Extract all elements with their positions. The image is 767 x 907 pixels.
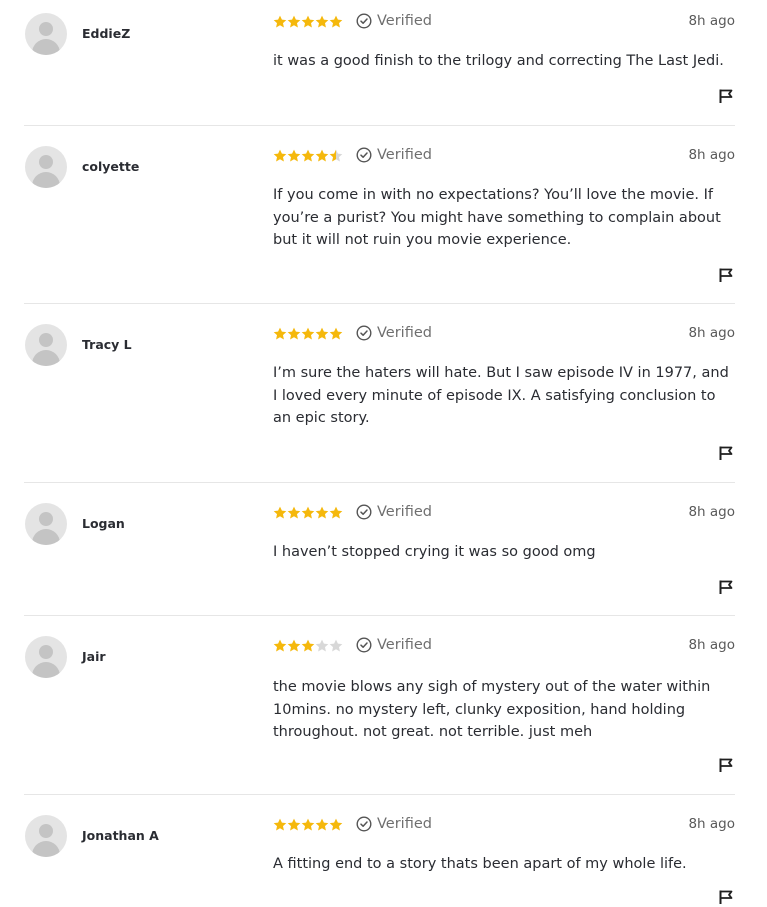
review-text: the movie blows any sigh of mystery out …: [273, 679, 711, 740]
verified-label: Verified: [377, 13, 432, 29]
review-text: I haven’t stopped crying it was so good …: [273, 544, 596, 560]
flag-icon[interactable]: [718, 757, 734, 773]
review-item: Tracy L Verified 8h ago I’m sure the hat…: [24, 304, 735, 483]
star-icon: [315, 506, 329, 518]
review-item: Logan Verified 8h ago I haven’t stopped …: [24, 483, 735, 616]
review-text: it was a good finish to the trilogy and …: [273, 53, 724, 69]
flag-icon[interactable]: [718, 267, 734, 283]
star-icon: [315, 639, 329, 651]
review-item: Jonathan A Verified 8h ago A fitting end…: [24, 795, 735, 907]
review-time: 8h ago: [688, 504, 735, 520]
star-rating: [273, 639, 343, 652]
star-icon: [301, 506, 315, 518]
review-text: I’m sure the haters will hate. But I saw…: [273, 365, 729, 426]
review-item: EddieZ Verified 8h ago it was a good fin…: [24, 0, 735, 126]
avatar: [25, 636, 67, 678]
verified-label: Verified: [377, 504, 432, 520]
star-rating: [273, 15, 343, 28]
avatar: [25, 815, 67, 857]
star-icon: [329, 149, 343, 161]
review-time: 8h ago: [688, 637, 735, 653]
star-icon: [329, 639, 343, 651]
star-icon: [315, 149, 329, 161]
star-icon: [287, 327, 301, 339]
star-icon: [329, 15, 343, 27]
review-username: Jonathan A: [82, 828, 159, 843]
review-username: Tracy L: [82, 337, 132, 352]
star-icon: [301, 818, 315, 830]
star-icon: [273, 639, 287, 651]
verified-badge: Verified: [356, 816, 432, 832]
star-icon: [287, 506, 301, 518]
star-icon: [329, 506, 343, 518]
star-icon: [315, 15, 329, 27]
flag-icon[interactable]: [718, 445, 734, 461]
star-icon: [287, 15, 301, 27]
review-username: colyette: [82, 159, 140, 174]
check-circle-icon: [356, 637, 372, 653]
star-icon: [301, 327, 315, 339]
avatar: [25, 13, 67, 55]
star-icon: [315, 818, 329, 830]
verified-badge: Verified: [356, 147, 432, 163]
check-circle-icon: [356, 147, 372, 163]
review-username: Logan: [82, 516, 125, 531]
avatar: [25, 503, 67, 545]
avatar: [25, 324, 67, 366]
review-item: colyette Verified 8h ago If you come in …: [24, 126, 735, 304]
star-rating: [273, 327, 343, 340]
star-icon: [273, 818, 287, 830]
verified-label: Verified: [377, 147, 432, 163]
star-icon: [301, 639, 315, 651]
check-circle-icon: [356, 504, 372, 520]
star-icon: [287, 639, 301, 651]
flag-icon[interactable]: [718, 889, 734, 905]
flag-icon[interactable]: [718, 579, 734, 595]
star-icon: [301, 15, 315, 27]
review-text: If you come in with no expectations? You…: [273, 187, 721, 248]
star-icon: [329, 327, 343, 339]
flag-icon[interactable]: [718, 88, 734, 104]
star-icon: [273, 327, 287, 339]
star-rating: [273, 506, 343, 519]
check-circle-icon: [356, 13, 372, 29]
review-item: Jair Verified 8h ago the movie blows any…: [24, 616, 735, 795]
star-rating: [273, 818, 343, 831]
star-icon: [301, 149, 315, 161]
star-icon: [287, 149, 301, 161]
verified-badge: Verified: [356, 637, 432, 653]
star-icon: [315, 327, 329, 339]
star-icon: [287, 818, 301, 830]
check-circle-icon: [356, 816, 372, 832]
star-icon: [273, 506, 287, 518]
review-text: A fitting end to a story thats been apar…: [273, 856, 687, 872]
review-time: 8h ago: [688, 147, 735, 163]
review-time: 8h ago: [688, 325, 735, 341]
verified-label: Verified: [377, 325, 432, 341]
verified-badge: Verified: [356, 504, 432, 520]
review-time: 8h ago: [688, 13, 735, 29]
avatar: [25, 146, 67, 188]
star-icon: [273, 15, 287, 27]
review-username: Jair: [82, 649, 106, 664]
verified-label: Verified: [377, 816, 432, 832]
verified-badge: Verified: [356, 13, 432, 29]
review-time: 8h ago: [688, 816, 735, 832]
star-rating: [273, 149, 343, 162]
star-icon: [329, 818, 343, 830]
verified-badge: Verified: [356, 325, 432, 341]
verified-label: Verified: [377, 637, 432, 653]
check-circle-icon: [356, 325, 372, 341]
star-icon: [273, 149, 287, 161]
review-username: EddieZ: [82, 26, 131, 41]
reviews-list: EddieZ Verified 8h ago it was a good fin…: [24, 0, 735, 907]
